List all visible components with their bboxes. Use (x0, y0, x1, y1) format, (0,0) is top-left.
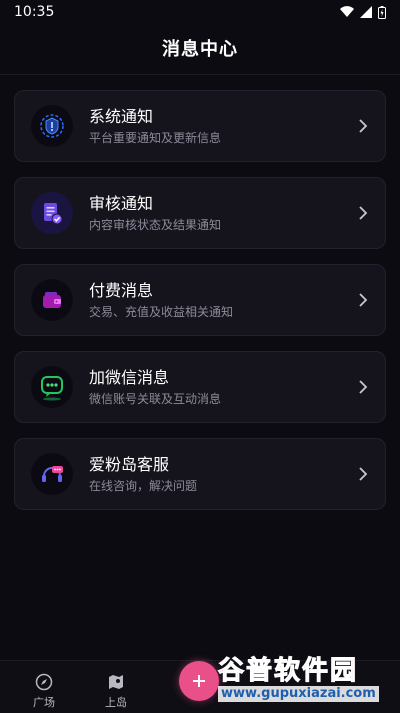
list-item-review-notice[interactable]: 审核通知 内容审核状态及结果通知 (14, 177, 386, 249)
wallet-icon (31, 279, 73, 321)
status-icons (340, 5, 386, 19)
list-item-customer-service[interactable]: 爱粉岛客服 在线咨询，解决问题 (14, 438, 386, 510)
item-subtitle: 平台重要通知及更新信息 (89, 130, 222, 145)
item-title: 加微信消息 (89, 367, 170, 387)
wifi-icon (340, 6, 354, 18)
item-title: 审核通知 (89, 193, 154, 213)
status-bar: 10:35 (0, 0, 400, 24)
watermark-text: 谷普软件园 (217, 656, 359, 687)
compass-icon (35, 673, 53, 691)
item-title: 爱粉岛客服 (89, 454, 170, 474)
signal-icon (360, 6, 372, 18)
nav-item-square[interactable]: 广场 (14, 673, 74, 710)
chevron-right-icon (359, 293, 368, 307)
page-title: 消息中心 (162, 39, 238, 60)
chevron-right-icon (359, 119, 368, 133)
header: 消息中心 (0, 28, 400, 68)
watermark-url: www.gupuxiazai.com (218, 686, 379, 702)
watermark: 谷普软件园 www.gupuxiazai.com (217, 656, 398, 710)
nav-item-island[interactable]: 上岛 (86, 673, 146, 710)
document-check-icon (31, 192, 73, 234)
list-item-wechat-messages[interactable]: 加微信消息 微信账号关联及互动消息 (14, 351, 386, 423)
item-subtitle: 内容审核状态及结果通知 (89, 217, 222, 232)
header-divider (0, 74, 400, 75)
create-post-button[interactable] (179, 661, 219, 701)
item-subtitle: 交易、充值及收益相关通知 (89, 304, 234, 319)
item-title: 付费消息 (89, 280, 154, 300)
bell-shield-icon (31, 105, 73, 147)
item-subtitle: 微信账号关联及互动消息 (89, 391, 222, 406)
item-subtitle: 在线咨询，解决问题 (89, 478, 198, 493)
plus-icon (193, 675, 205, 687)
wechat-chat-icon (31, 366, 73, 408)
list-item-system-notice[interactable]: 系统通知 平台重要通知及更新信息 (14, 90, 386, 162)
nav-label: 广场 (33, 696, 55, 709)
battery-icon (378, 5, 386, 19)
chevron-right-icon (359, 380, 368, 394)
list-item-paid-messages[interactable]: 付费消息 交易、充值及收益相关通知 (14, 264, 386, 336)
status-time: 10:35 (14, 4, 55, 20)
message-category-list: 系统通知 平台重要通知及更新信息 审核通知 内容审核状态及结果通知 付费消息 交… (14, 90, 386, 525)
headset-icon (31, 453, 73, 495)
chevron-right-icon (359, 206, 368, 220)
chevron-right-icon (359, 467, 368, 481)
nav-label: 上岛 (105, 696, 127, 709)
item-title: 系统通知 (89, 106, 154, 126)
map-icon (109, 675, 123, 689)
